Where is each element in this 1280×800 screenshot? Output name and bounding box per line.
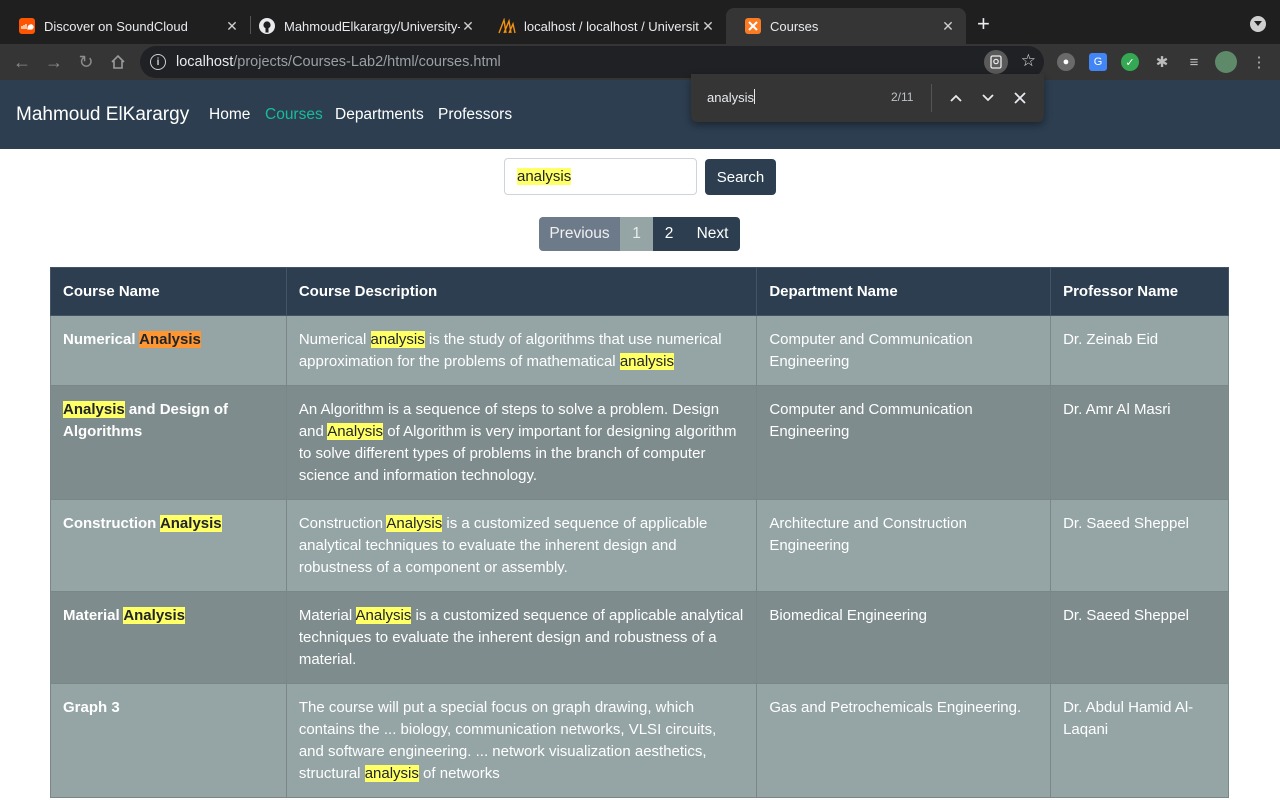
forward-icon[interactable]: → (42, 50, 66, 74)
department-name-cell: Computer and Communication Engineering (756, 385, 1052, 500)
department-name-cell: Biomedical Engineering (756, 591, 1052, 684)
nav-link-home[interactable]: Home (209, 106, 250, 124)
course-name-cell: Numerical Analysis (50, 315, 287, 386)
close-icon[interactable]: ✕ (460, 18, 476, 35)
professor-name-cell: Dr. Zeinab Eid (1050, 315, 1229, 386)
close-icon[interactable]: ✕ (224, 18, 240, 35)
find-match: Analysis (386, 515, 443, 532)
table-row: Analysis and Design of Algorithms An Alg… (50, 385, 1229, 500)
bookmark-star-icon[interactable]: ☆ (1021, 51, 1036, 71)
pagination-previous[interactable]: Previous (539, 217, 620, 251)
find-match-count: 2/11 (891, 90, 914, 104)
course-name-cell: Construction Analysis (50, 499, 287, 592)
course-description-cell: Construction Analysis is a customized se… (285, 499, 758, 592)
column-header-department-name: Department Name (756, 267, 1052, 316)
find-match: Analysis (63, 401, 125, 418)
home-icon[interactable] (106, 50, 130, 74)
pagination-next[interactable]: Next (685, 217, 740, 251)
course-description-cell: The course will put a special focus on g… (285, 683, 758, 798)
browser-tab-bar: Discover on SoundCloud ✕ MahmoudElkararg… (0, 0, 1280, 44)
new-tab-icon[interactable]: + (977, 12, 990, 36)
chevron-up-icon[interactable] (944, 86, 968, 110)
pagination: Previous 1 2 Next (539, 217, 740, 251)
close-icon[interactable]: ✕ (700, 18, 716, 35)
soundcloud-icon (18, 17, 36, 35)
browser-toolbar: ← → ↻ i localhost/projects/Courses-Lab2/… (0, 44, 1280, 80)
close-icon[interactable]: ✕ (940, 18, 956, 35)
professor-name-cell: Dr. Saeed Sheppel (1050, 499, 1229, 592)
find-match: Analysis (123, 607, 186, 624)
tab-title: Courses (770, 18, 819, 34)
extension-check-icon[interactable]: ✓ (1121, 53, 1139, 71)
browser-tab-github[interactable]: MahmoudElkarargy/University- ✕ (240, 8, 486, 44)
professor-name-cell: Dr. Amr Al Masri (1050, 385, 1229, 500)
media-queue-icon[interactable]: ≡ (1185, 53, 1203, 71)
find-match: analysis (619, 353, 675, 370)
course-description-cell: Numerical analysis is the study of algor… (285, 315, 758, 386)
github-icon (258, 17, 276, 35)
nav-link-departments[interactable]: Departments (335, 106, 424, 124)
tab-title: localhost / localhost / Universit (524, 18, 699, 34)
site-navbar: Mahmoud ElKarargy Home Courses Departmen… (0, 80, 1280, 149)
browser-menu-icon[interactable]: ⋮ (1250, 53, 1268, 71)
course-name-cell: Graph 3 (50, 683, 287, 798)
table-header-row: Course Name Course Description Departmen… (50, 267, 1229, 316)
nav-link-courses[interactable]: Courses (265, 106, 323, 124)
course-description-cell: Material Analysis is a customized sequen… (285, 591, 758, 684)
divider (931, 84, 932, 112)
table-row: Material Analysis Material Analysis is a… (50, 591, 1229, 684)
find-in-page-icon[interactable] (984, 50, 1008, 74)
tab-title: Discover on SoundCloud (44, 18, 188, 34)
table-row: Numerical Analysis Numerical analysis is… (50, 315, 1229, 386)
phpmyadmin-icon (498, 17, 516, 35)
find-match: Analysis (159, 515, 222, 532)
professor-name-cell: Dr. Saeed Sheppel (1050, 591, 1229, 684)
department-name-cell: Computer and Communication Engineering (756, 315, 1052, 386)
browser-tab-phpmyadmin[interactable]: localhost / localhost / Universit ✕ (480, 8, 726, 44)
browser-tab-soundcloud[interactable]: Discover on SoundCloud ✕ (0, 8, 250, 44)
search-input[interactable]: analysis (504, 158, 697, 195)
find-bar: analysis 2/11 (691, 74, 1044, 122)
tab-title: MahmoudElkarargy/University- (284, 18, 460, 34)
find-match: analysis (370, 331, 425, 348)
back-icon[interactable]: ← (10, 50, 34, 74)
column-header-course-description: Course Description (285, 267, 758, 316)
table-row: Construction Analysis Construction Analy… (50, 499, 1229, 592)
browser-tab-courses[interactable]: Courses ✕ (726, 8, 966, 44)
course-name-cell: Material Analysis (50, 591, 287, 684)
reload-icon[interactable]: ↻ (74, 50, 98, 74)
site-info-icon[interactable]: i (150, 54, 166, 70)
courses-table: Course Name Course Description Departmen… (50, 267, 1229, 798)
column-header-professor-name: Professor Name (1050, 267, 1229, 316)
find-match: Analysis (327, 423, 384, 440)
department-name-cell: Gas and Petrochemicals Engineering. (756, 683, 1052, 798)
course-description-cell: An Algorithm is a sequence of steps to s… (285, 385, 758, 500)
find-match: analysis (364, 765, 419, 782)
url-text: localhost/projects/Courses-Lab2/html/cou… (176, 54, 501, 70)
search-button[interactable]: Search (705, 159, 776, 195)
department-name-cell: Architecture and Construction Engineerin… (756, 499, 1052, 592)
find-match: Analysis (355, 607, 412, 624)
extensions-puzzle-icon[interactable]: ✱ (1153, 53, 1171, 71)
column-header-course-name: Course Name (50, 267, 287, 316)
extension-icon[interactable]: ● (1057, 53, 1075, 71)
google-translate-icon[interactable]: G (1089, 53, 1107, 71)
nav-link-professors[interactable]: Professors (438, 106, 512, 124)
brand-logo-text[interactable]: Mahmoud ElKarargy (16, 104, 189, 126)
find-input[interactable]: analysis (707, 89, 755, 105)
chevron-down-icon[interactable] (976, 86, 1000, 110)
search-input-value: analysis (517, 168, 572, 185)
professor-name-cell: Dr. Abdul Hamid Al-Laqani (1050, 683, 1229, 798)
avatar[interactable] (1215, 51, 1237, 73)
course-name-cell: Analysis and Design of Algorithms (50, 385, 287, 500)
close-icon[interactable] (1008, 86, 1032, 110)
table-row: Graph 3 The course will put a special fo… (50, 683, 1229, 798)
xampp-icon (744, 17, 762, 35)
find-match-current: Analysis (139, 331, 201, 348)
tab-search-icon[interactable] (1250, 16, 1266, 32)
pagination-page-1[interactable]: 1 (620, 217, 653, 251)
pagination-page-2[interactable]: 2 (653, 217, 685, 251)
